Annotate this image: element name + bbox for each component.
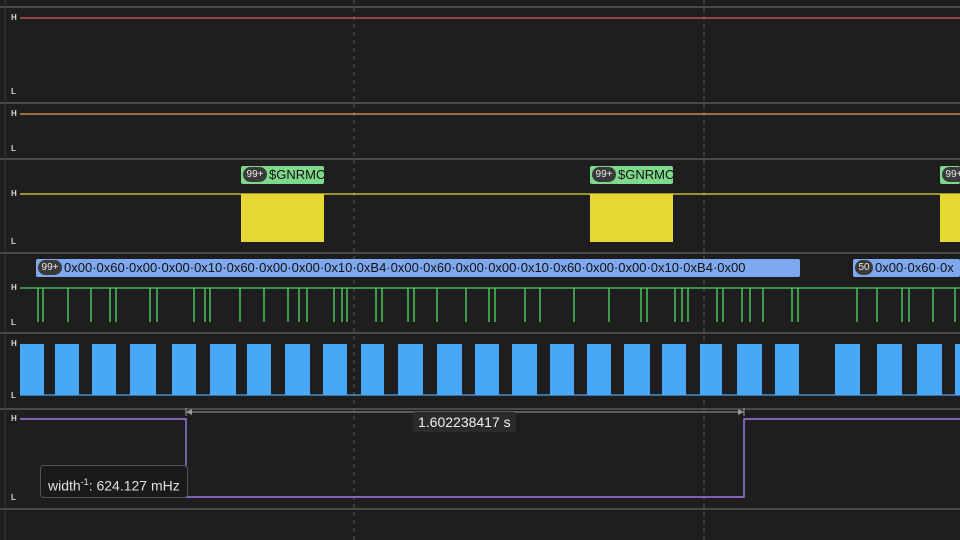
signal-block [475, 344, 499, 395]
channel-5-trace [20, 344, 960, 396]
burst-block [940, 194, 960, 242]
uart-packet[interactable]: 99+ [940, 166, 960, 184]
signal-block [210, 344, 236, 395]
signal-block [323, 344, 347, 395]
ch4-high-label: H [11, 283, 17, 292]
ch6-low-label: L [11, 493, 16, 502]
signal-block [877, 344, 902, 395]
byte-packet[interactable]: 50 0x00·0x60·0x [853, 259, 960, 277]
ch2-high-label: H [11, 109, 17, 118]
ch3-high-label: H [11, 189, 17, 198]
signal-block [917, 344, 942, 395]
packet-text: $GNRMC [269, 167, 324, 182]
signal-block [20, 344, 44, 395]
signal-block [437, 344, 462, 395]
signal-block [775, 344, 799, 395]
signal-block [172, 344, 196, 395]
signal-block [247, 344, 271, 395]
packet-count-badge: 99+ [243, 167, 267, 182]
duration-label: 1.602238417 s [413, 412, 516, 432]
tooltip-value: : 624.127 mHz [88, 477, 180, 494]
signal-block [737, 344, 762, 395]
ch4-low-label: L [11, 318, 16, 327]
burst-block [590, 194, 673, 242]
channel-4-trace [20, 287, 960, 322]
signal-block [285, 344, 310, 395]
ch5-low-label: L [11, 391, 16, 400]
ch1-low-label: L [11, 87, 16, 96]
signal-block [835, 344, 860, 395]
signal-block [512, 344, 537, 395]
ch5-high-label: H [11, 339, 17, 348]
frequency-tooltip: width-1: 624.127 mHz [40, 465, 188, 498]
signal-block [92, 344, 116, 395]
packet-count-badge: 99+ [942, 167, 960, 182]
ch6-high-label: H [11, 414, 17, 423]
signal-block [587, 344, 611, 395]
signal-block [550, 344, 574, 395]
ch1-high-label: H [11, 13, 17, 22]
packet-text: 0x00·0x60·0x [875, 260, 954, 275]
signal-block [662, 344, 686, 395]
signal-block [55, 344, 79, 395]
ch2-low-label: L [11, 144, 16, 153]
signal-block [624, 344, 650, 395]
packet-text: $GNRMC [618, 167, 673, 182]
signal-block [700, 344, 722, 395]
packet-text: 0x00·0x60·0x00·0x00·0x10·0x60·0x00·0x00·… [64, 260, 746, 275]
tooltip-label: width [48, 477, 81, 494]
signal-block [130, 344, 156, 395]
signal-block [361, 344, 384, 395]
burst-block [241, 194, 324, 242]
tooltip-exponent: -1 [80, 477, 89, 487]
byte-packet[interactable]: 99+ 0x00·0x60·0x00·0x00·0x10·0x60·0x00·0… [36, 259, 800, 277]
packet-count-badge: 99+ [38, 260, 62, 275]
channel-3-trace [20, 193, 960, 242]
uart-packet[interactable]: 99+ $GNRMC [590, 166, 673, 184]
signal-block [398, 344, 423, 395]
packet-count-badge: 99+ [592, 167, 616, 182]
packet-count-badge: 50 [855, 260, 873, 275]
uart-packet[interactable]: 99+ $GNRMC [241, 166, 324, 184]
ch3-low-label: L [11, 237, 16, 246]
signal-block [955, 344, 960, 395]
